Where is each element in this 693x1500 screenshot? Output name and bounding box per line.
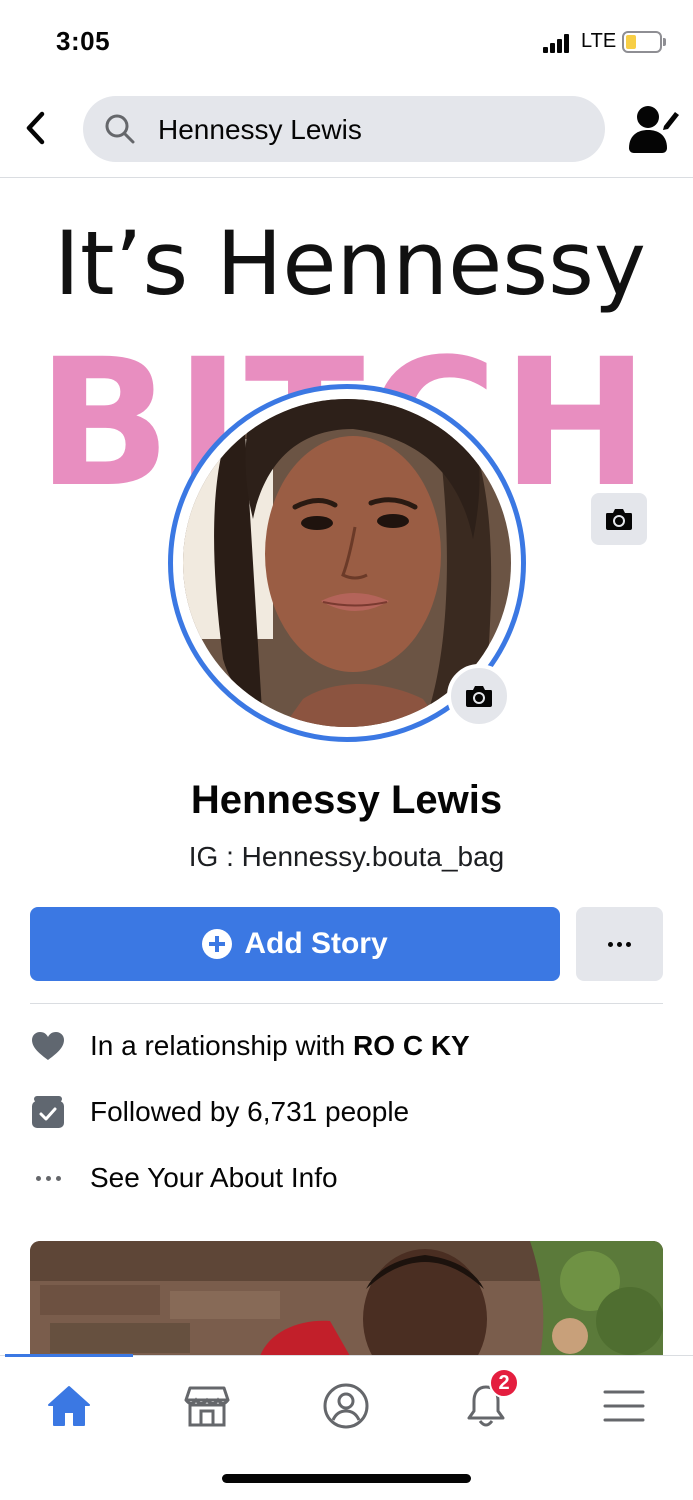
search-input[interactable]: Hennessy Lewis [158, 114, 362, 146]
profile-name: Hennessy Lewis [190, 778, 503, 822]
user-edit-icon[interactable] [626, 102, 680, 156]
tab-marketplace[interactable] [172, 1374, 242, 1438]
tab-menu[interactable] [589, 1374, 659, 1438]
heart-icon [30, 1028, 66, 1064]
home-icon [48, 1386, 90, 1426]
active-tab-indicator [5, 1354, 133, 1357]
top-nav: Hennessy Lewis [0, 88, 693, 178]
more-dots-icon [30, 1160, 66, 1196]
add-story-button[interactable]: Add Story [30, 907, 560, 981]
notification-badge: 2 [489, 1368, 519, 1398]
followers-icon [30, 1094, 66, 1130]
camera-icon [606, 509, 632, 530]
search-icon [105, 114, 135, 144]
menu-icon [603, 1390, 645, 1422]
status-bar: 3:05 LTE [0, 0, 693, 88]
followers-row[interactable]: Followed by 6,731 people [30, 1087, 670, 1137]
tab-profile[interactable] [311, 1374, 381, 1438]
relationship-row[interactable]: In a relationship with RO C KY [30, 1021, 670, 1071]
add-story-label: Add Story [244, 927, 388, 960]
status-time: 3:05 [56, 26, 111, 56]
featured-photo-image [30, 1241, 663, 1356]
marketplace-icon [184, 1386, 230, 1427]
relationship-partner[interactable]: RO C KY [353, 1030, 470, 1061]
about-info-row[interactable]: See Your About Info [30, 1153, 670, 1203]
bottom-tab-bar: 2 [0, 1354, 693, 1500]
relationship-text: In a relationship with RO C KY [90, 1030, 470, 1062]
profile-icon [323, 1383, 369, 1429]
back-chevron-icon [26, 111, 45, 145]
more-options-button[interactable] [576, 907, 663, 981]
signal-icon [543, 33, 573, 53]
add-circle-icon [202, 929, 233, 959]
more-dots-icon [608, 941, 631, 947]
battery-level [626, 35, 636, 49]
featured-photo[interactable] [30, 1241, 663, 1356]
home-indicator [222, 1474, 471, 1483]
camera-icon [466, 686, 492, 707]
followers-text: Followed by 6,731 people [90, 1096, 410, 1127]
network-type: LTE [581, 30, 617, 52]
profile-bio: IG : Hennessy.bouta_bag [188, 841, 505, 872]
battery-cap [663, 38, 666, 46]
relationship-prefix: In a relationship with [90, 1030, 354, 1061]
profile-page: 3:05 LTE Hennessy Lewis It’s Hennessy He… [0, 0, 693, 1500]
tab-home[interactable] [34, 1374, 104, 1438]
divider [30, 1003, 663, 1004]
cover-camera-button[interactable] [591, 493, 647, 545]
search-bar[interactable]: Hennessy Lewis [83, 96, 605, 162]
tab-notifications[interactable]: 2 [451, 1368, 521, 1438]
avatar-camera-button[interactable] [447, 664, 511, 728]
back-button[interactable] [16, 106, 56, 150]
about-info-text: See Your About Info [90, 1162, 338, 1193]
battery-icon [622, 31, 662, 53]
cover-line1: It’s Hennessy [54, 212, 646, 315]
